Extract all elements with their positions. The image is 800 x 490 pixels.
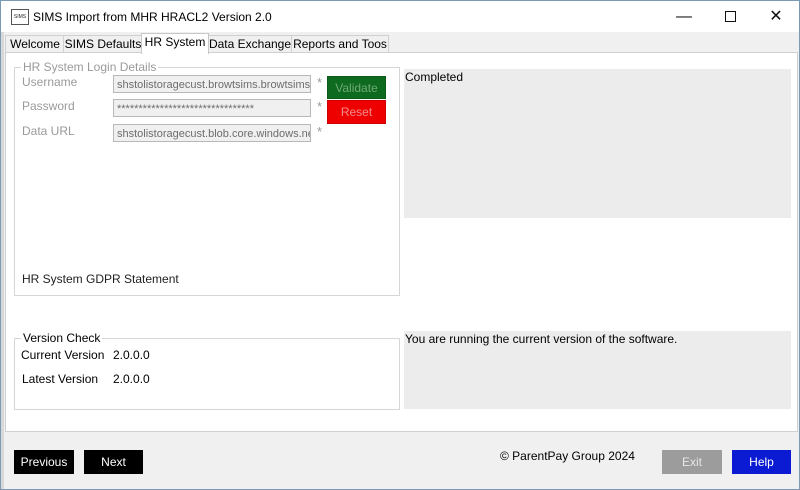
hr-system-tab-panel: HR System Login Details Username shstoli… <box>5 52 798 432</box>
title-bar: SIMS SIMS Import from MHR HRACL2 Version… <box>1 1 799 32</box>
tab-data-exchange[interactable]: Data Exchange <box>207 35 293 53</box>
close-button[interactable]: ✕ <box>753 1 799 32</box>
window-title: SIMS Import from MHR HRACL2 Version 2.0 <box>33 10 272 24</box>
username-field[interactable]: shstolistoragecust.browtsims.browtsims <box>113 75 311 93</box>
minimize-icon: — <box>676 8 692 25</box>
data-url-required-marker: * <box>317 124 323 139</box>
version-check-group: Version Check Current Version 2.0.0.0 La… <box>14 331 400 410</box>
password-required-marker: * <box>317 99 323 114</box>
hr-login-group: HR System Login Details Username shstoli… <box>14 60 400 296</box>
application-window: SIMS SIMS Import from MHR HRACL2 Version… <box>0 0 800 490</box>
copyright-text: © ParentPay Group 2024 <box>500 449 635 463</box>
maximize-icon <box>724 11 736 23</box>
tab-welcome[interactable]: Welcome <box>5 35 65 53</box>
latest-version-label: Latest Version <box>22 372 99 386</box>
tab-hr-system[interactable]: HR System <box>141 33 209 54</box>
reset-button[interactable]: Reset <box>327 100 386 124</box>
status-output-panel: Completed <box>404 69 791 218</box>
previous-button[interactable]: Previous <box>14 450 74 474</box>
minimize-button[interactable]: — <box>661 1 707 32</box>
left-edge-strip <box>1 32 4 489</box>
data-url-label: Data URL <box>22 124 75 138</box>
hr-login-legend: HR System Login Details <box>21 60 159 74</box>
tab-sims-defaults[interactable]: SIMS Defaults <box>63 35 143 53</box>
username-required-marker: * <box>317 75 323 90</box>
close-icon: ✕ <box>769 8 783 25</box>
exit-button[interactable]: Exit <box>662 450 722 474</box>
version-message-text: You are running the current version of t… <box>405 332 678 346</box>
help-button[interactable]: Help <box>732 450 791 474</box>
username-label: Username <box>22 75 78 89</box>
tab-reports-and-tools[interactable]: Reports and Toos <box>291 35 389 53</box>
password-field[interactable]: ******************************** <box>113 99 311 117</box>
maximize-button[interactable] <box>707 1 753 32</box>
current-version-label: Current Version <box>21 348 105 362</box>
sims-app-icon: SIMS <box>11 9 29 25</box>
validate-button[interactable]: Validate <box>327 76 386 99</box>
password-label: Password <box>22 99 75 113</box>
current-version-value: 2.0.0.0 <box>113 348 150 362</box>
version-check-legend: Version Check <box>21 331 103 345</box>
data-url-field[interactable]: shstolistoragecust.blob.core.windows.net <box>113 124 311 142</box>
latest-version-value: 2.0.0.0 <box>113 372 150 386</box>
gdpr-statement-link[interactable]: HR System GDPR Statement <box>22 272 179 286</box>
status-text: Completed <box>405 70 464 84</box>
next-button[interactable]: Next <box>84 450 143 474</box>
version-message-panel: You are running the current version of t… <box>404 331 791 409</box>
